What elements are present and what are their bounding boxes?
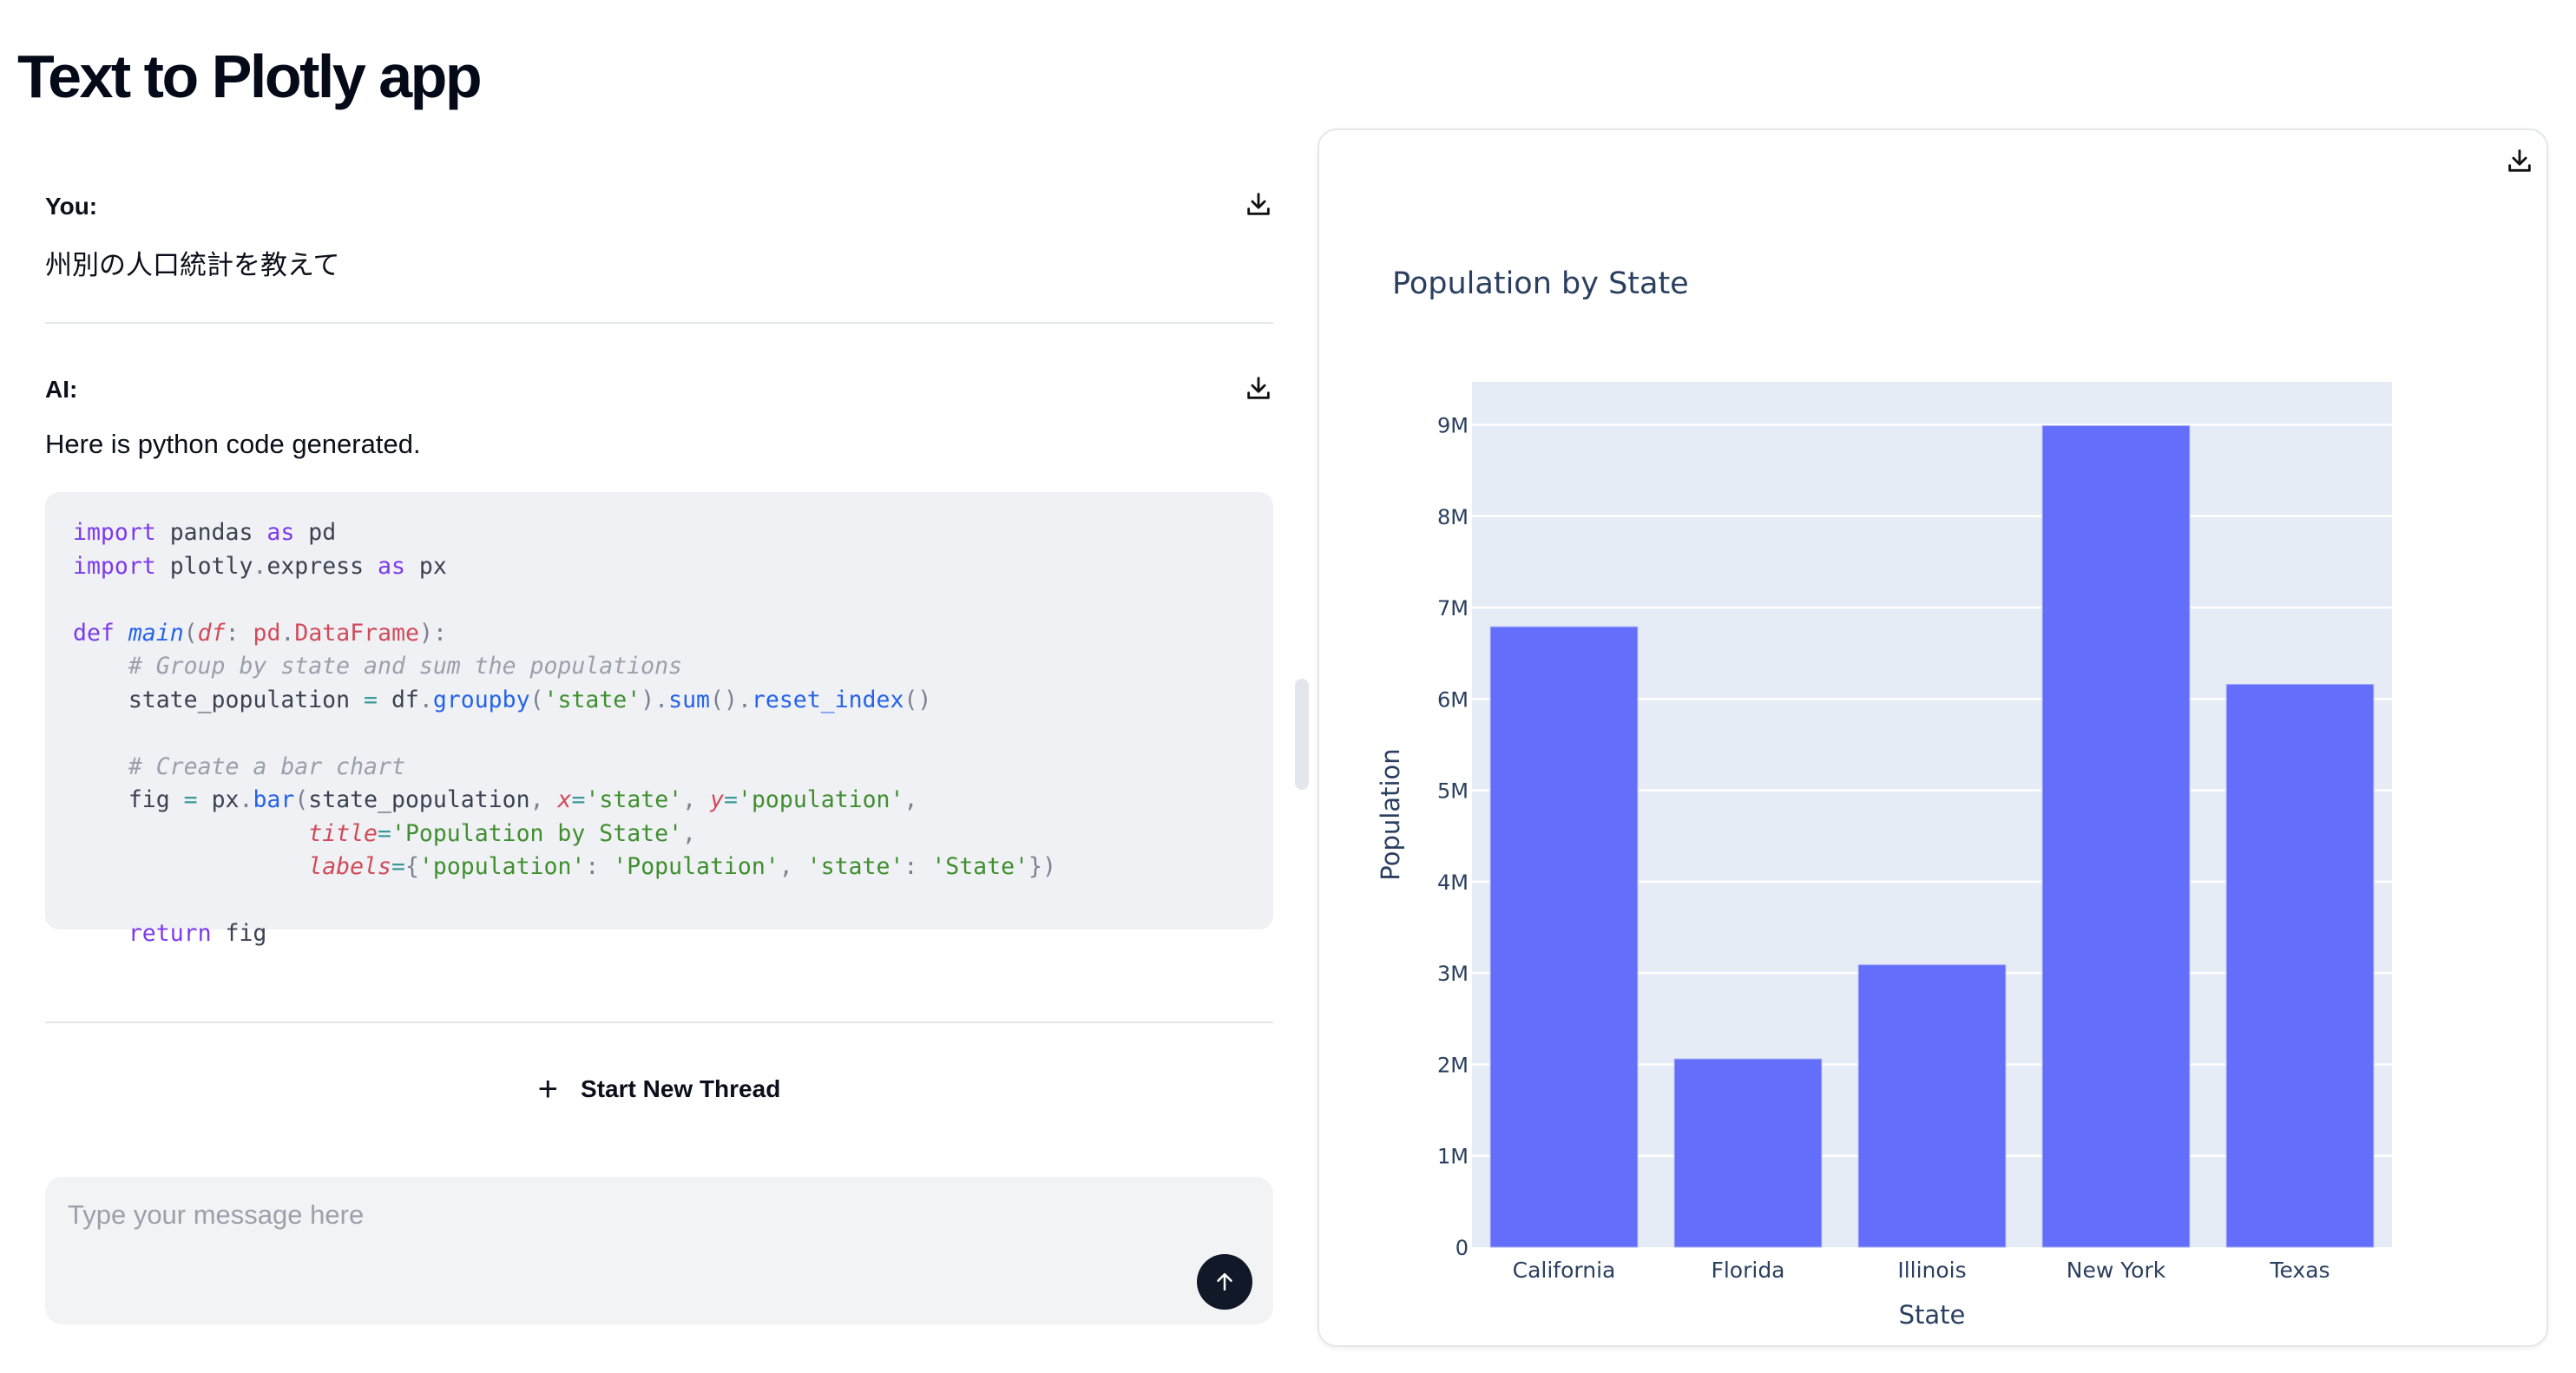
code-line: labels={'population': 'Population', 'sta… bbox=[308, 853, 1056, 880]
bar-florida bbox=[1673, 1058, 1823, 1248]
x-tick-label: Texas bbox=[2269, 1258, 2330, 1283]
download-icon[interactable] bbox=[1244, 373, 1273, 403]
bar-chart: Population by State 01M2M3M4M5M6M7M8M9M … bbox=[1376, 266, 2392, 1330]
code-line: return fig bbox=[128, 920, 267, 947]
y-tick-labels: 0 1M 2M 3M 4M 5M 6M 7M 8M 9M bbox=[1437, 413, 1469, 1260]
plus-icon: + bbox=[537, 1070, 559, 1108]
y-tick-label: 4M bbox=[1437, 870, 1469, 895]
divider bbox=[45, 1022, 1273, 1023]
bar-new-york bbox=[2041, 425, 2191, 1248]
user-message: You: 州別の人口統計を教えて bbox=[45, 165, 1273, 321]
message-text: 州別の人口統計を教えて bbox=[45, 250, 340, 280]
y-tick-label: 9M bbox=[1437, 413, 1469, 437]
x-axis-title: State bbox=[1899, 1300, 1966, 1330]
x-tick-label: California bbox=[1513, 1258, 1616, 1283]
message-role: You: bbox=[45, 193, 98, 220]
x-tick-label: Illinois bbox=[1897, 1258, 1966, 1283]
y-tick-label: 0 bbox=[1456, 1236, 1469, 1260]
code-block: import pandas as pd import plotly.express… bbox=[45, 492, 1273, 947]
y-tick-label: 8M bbox=[1437, 505, 1469, 529]
code-line: fig = px.bar(state_population, x='state'… bbox=[73, 786, 918, 813]
app-title: Text to Plotly app bbox=[17, 43, 483, 110]
composer bbox=[45, 1177, 1273, 1324]
message-input[interactable] bbox=[66, 1198, 1154, 1288]
bar-california bbox=[1489, 626, 1639, 1248]
message-text: Here is python code generated. bbox=[45, 429, 421, 459]
code-line: title='Population by State', bbox=[308, 819, 696, 847]
conversation: You: 州別の人口統計を教えて AI: Here is python code… bbox=[45, 165, 1273, 1023]
code-line: state_population = df.groupby('state').s… bbox=[73, 686, 932, 713]
code-line: def main(df: pd.DataFrame): bbox=[73, 619, 447, 647]
chart-panel: Population by State 0 1M 2M 3M 4M 5M 6M 7M 8M 9M … bbox=[1318, 128, 2548, 1347]
code-line: import pandas as pd bbox=[73, 519, 337, 546]
y-tick-label: 2M bbox=[1437, 1053, 1469, 1077]
x-tick-label: New York bbox=[2067, 1258, 2166, 1283]
start-new-thread-label: Start New Thread bbox=[581, 1075, 781, 1102]
start-new-thread-button[interactable]: + Start New Thread bbox=[45, 1054, 1273, 1124]
y-tick-label: 7M bbox=[1437, 596, 1469, 621]
bar-illinois bbox=[1857, 964, 2007, 1248]
y-tick-label: 5M bbox=[1437, 779, 1469, 804]
y-tick-label: 1M bbox=[1437, 1145, 1469, 1169]
message-role: AI: bbox=[45, 376, 78, 403]
code-line: # Group by state and sum the populations bbox=[73, 653, 682, 680]
code-line: # Create a bar chart bbox=[73, 752, 405, 780]
chart-title: Population by State bbox=[1392, 266, 1689, 301]
y-axis-title: Population bbox=[1376, 748, 1405, 880]
arrow-up-icon bbox=[1217, 1273, 1232, 1291]
y-tick-label: 3M bbox=[1437, 962, 1469, 986]
download-icon[interactable] bbox=[1244, 189, 1273, 219]
y-tick-label: 6M bbox=[1437, 687, 1469, 712]
divider bbox=[45, 322, 1273, 324]
x-tick-labels: California Florida Illinois New York Texas bbox=[1513, 1258, 2330, 1283]
send-button[interactable] bbox=[1197, 1254, 1252, 1310]
scrollbar[interactable] bbox=[1295, 679, 1309, 790]
x-tick-label: Florida bbox=[1711, 1258, 1784, 1283]
code-line: import plotly.express as px bbox=[73, 552, 447, 580]
bar-texas bbox=[2225, 683, 2375, 1248]
